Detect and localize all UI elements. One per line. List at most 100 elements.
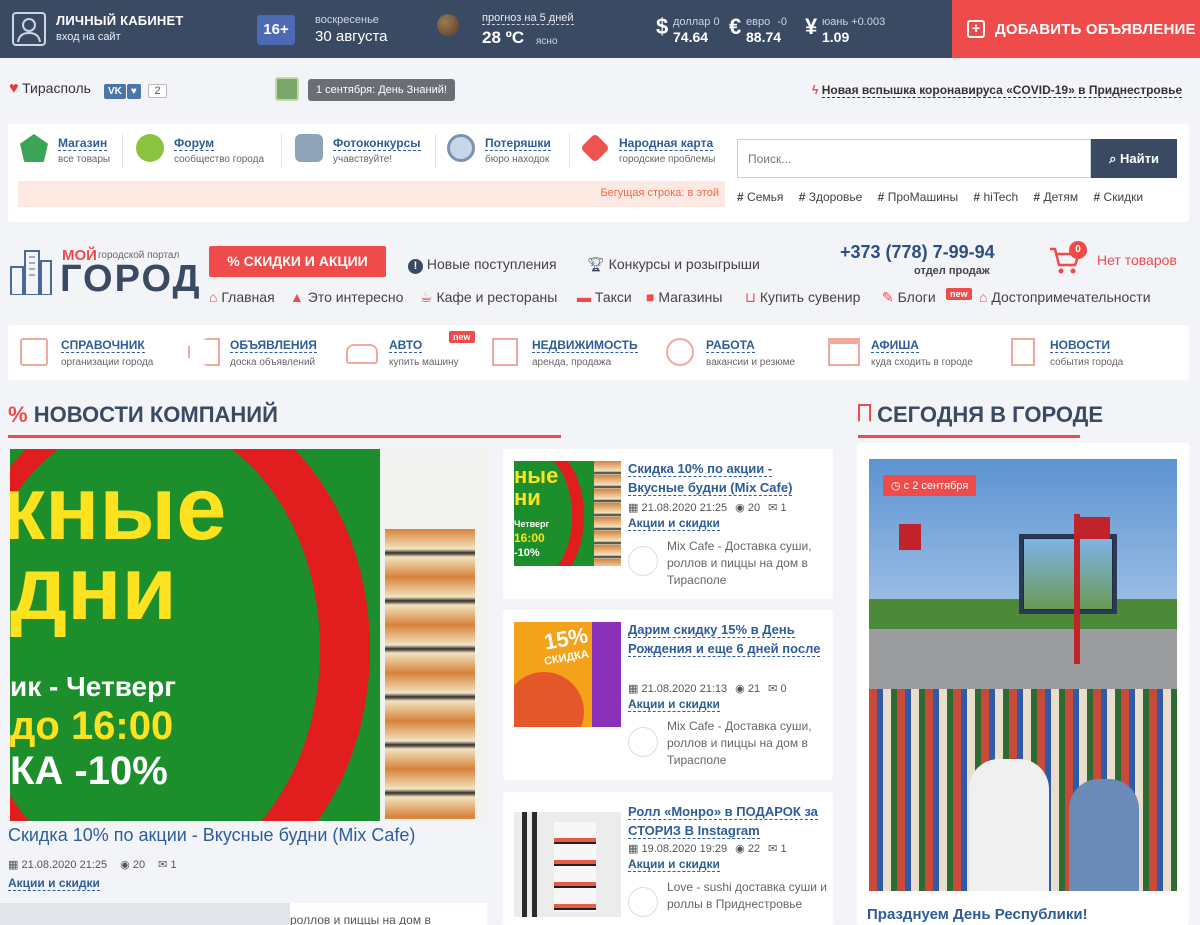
- news-card[interactable]: Ролл «Монро» в ПОДАРОК за СТОРИЗ В Insta…: [503, 792, 833, 925]
- clock-icon: ◷: [891, 480, 901, 492]
- yuan-icon: ¥: [805, 14, 818, 39]
- sales-label: СКИДКИ И АКЦИИ: [243, 253, 368, 269]
- nav-contests[interactable]: 🏆︎ Конкурсы и розыгрыши: [587, 256, 760, 273]
- alert-icon: ▲: [290, 289, 304, 305]
- nav-label: Такси: [594, 289, 632, 305]
- mixcafe-logo-icon: [628, 727, 658, 757]
- cabinet-title[interactable]: ЛИЧНЫЙ КАБИНЕТ: [56, 13, 183, 28]
- book-icon: [20, 338, 48, 366]
- nav-label: Это интересно: [307, 289, 404, 305]
- nav-blogs[interactable]: ✎ Блоги: [882, 289, 936, 306]
- forecast-link[interactable]: прогноз на 5 дней: [482, 12, 574, 25]
- card-source[interactable]: Mix Cafe - Доставка суши, роллов и пиццы…: [667, 718, 827, 769]
- exclamation-icon: !: [408, 259, 423, 274]
- cat-title: АФИША: [871, 338, 919, 353]
- bookmark-icon: [858, 404, 871, 422]
- add-listing-label: ДОБАВИТЬ ОБЪЯВЛЕНИЕ: [995, 21, 1196, 38]
- cat-sub: купить машину: [389, 357, 459, 368]
- add-listing-button[interactable]: + ДОБАВИТЬ ОБЪЯВЛЕНИЕ: [952, 0, 1200, 58]
- cat-sub: аренда, продажа: [532, 357, 612, 368]
- card-category-link[interactable]: Акции и скидки: [628, 516, 720, 531]
- nav-cafes[interactable]: ☕︎ Кафе и рестораны: [420, 289, 557, 306]
- heart-small-icon: ♥: [126, 84, 141, 99]
- tag[interactable]: # Семья: [737, 190, 789, 204]
- buildings-icon: [10, 250, 52, 295]
- temperature: 28 ºC: [482, 28, 525, 47]
- nav-taxi[interactable]: ▬ Такси: [577, 289, 632, 305]
- nav-souvenir[interactable]: ⊔ Купить сувенир: [745, 289, 860, 306]
- nav-new-arrivals[interactable]: ! Новые поступления: [408, 256, 557, 274]
- search-input[interactable]: Поиск...: [737, 139, 1091, 178]
- city-name: Тирасполь: [22, 80, 91, 96]
- hero-category-link[interactable]: Акции и скидки: [8, 876, 100, 891]
- nav-shops[interactable]: ■ Магазины: [646, 289, 722, 305]
- today-date-badge: ◷ с 2 сентября: [883, 475, 977, 496]
- headline-link[interactable]: ϟ Новая вспышка коронавируса «COVID-19» …: [812, 83, 1183, 98]
- currency-change: 0: [713, 16, 720, 28]
- user-icon[interactable]: [12, 12, 46, 46]
- section-title-text: СЕГОДНЯ В ГОРОДЕ: [877, 402, 1104, 427]
- nav-label: Главная: [221, 289, 275, 305]
- phone-number[interactable]: +373 (778) 7-99-94: [840, 242, 995, 263]
- hero-img-text: кные: [10, 459, 227, 559]
- euro-icon: €: [729, 14, 742, 39]
- service-sub: сообщество города: [174, 154, 265, 165]
- calendar-icon: ▦: [628, 683, 639, 695]
- card-title[interactable]: Ролл «Монро» в ПОДАРОК за СТОРИЗ В Insta…: [628, 802, 826, 840]
- comment-icon: ✉︎: [158, 859, 168, 871]
- tag[interactable]: # hiTech: [973, 190, 1024, 204]
- event-tooltip[interactable]: 1 сентября: День Знаний!: [308, 79, 455, 101]
- new-badge: new: [449, 331, 475, 343]
- handshake-icon: [666, 338, 694, 366]
- tag[interactable]: # ПроМашины: [878, 190, 964, 204]
- news-card[interactable]: 15% СКИДКА Дарим скидку 15% в День Рожде…: [503, 610, 833, 780]
- tag[interactable]: # Здоровье: [799, 190, 869, 204]
- home-icon: ⌂: [209, 289, 218, 305]
- hero-image[interactable]: кные дни ик - Четверг до 16:00 КА -10%: [10, 449, 487, 821]
- search-button[interactable]: ⌕ Найти: [1091, 139, 1177, 178]
- news-ticker: Бегущая строка: в этой: [18, 181, 725, 207]
- calendar-icon: ▦: [628, 502, 639, 514]
- cart-label[interactable]: Нет товаров: [1097, 252, 1177, 268]
- percent-icon: %: [8, 402, 28, 427]
- city-selector[interactable]: ♥ Тирасполь: [9, 80, 91, 98]
- nav-label: Конкурсы и розыгрыши: [608, 256, 760, 272]
- percent-icon: %: [227, 253, 240, 269]
- news-card[interactable]: ные ни Четверг 16:00 -10% Скидка 10% по …: [503, 449, 833, 599]
- section-title-today: СЕГОДНЯ В ГОРОДЕ: [858, 402, 1103, 428]
- cabinet-login-link[interactable]: вход на сайт: [56, 31, 121, 43]
- nav-sights[interactable]: ⌂ Достопримечательности: [979, 289, 1151, 305]
- today-caption[interactable]: Празднуем День Республики!: [867, 906, 1088, 923]
- hero-source-text: роллов и пиццы на дом в: [290, 903, 487, 925]
- tag[interactable]: # Детям: [1033, 190, 1084, 204]
- cat-title: АВТО: [389, 338, 423, 353]
- section-underline: [858, 435, 1080, 438]
- section-title-news: % НОВОСТИ КОМПАНИЙ: [8, 402, 278, 428]
- like-count: 2: [148, 84, 167, 98]
- currency-name: доллар: [673, 16, 711, 28]
- warning-icon: [580, 133, 610, 163]
- card-category-link[interactable]: Акции и скидки: [628, 697, 720, 712]
- clapperboard-icon: [828, 338, 860, 366]
- social-like[interactable]: VK ♥ 2: [104, 82, 167, 99]
- card-category-link[interactable]: Акции и скидки: [628, 857, 720, 872]
- headline-text: Новая вспышка коронавируса «COVID-19» в …: [821, 83, 1183, 98]
- tag[interactable]: # Скидки: [1094, 190, 1150, 204]
- newspaper-icon: [1011, 338, 1035, 366]
- card-source[interactable]: Mix Cafe - Доставка суши, роллов и пиццы…: [667, 538, 827, 589]
- card-title[interactable]: Скидка 10% по акции - Вкусные будни (Mix…: [628, 459, 826, 497]
- service-title: Потеряшки: [485, 136, 551, 151]
- school-board-icon: [275, 77, 299, 101]
- cat-title: НОВОСТИ: [1050, 338, 1111, 353]
- magnifier-icon: [447, 134, 475, 162]
- hero-caption[interactable]: Скидка 10% по акции - Вкусные будни (Mix…: [8, 825, 415, 846]
- logo-gorod: ГОРОД: [60, 258, 202, 300]
- nav-home[interactable]: ⌂ Главная: [209, 289, 275, 305]
- sales-button[interactable]: % СКИДКИ И АКЦИИ: [209, 246, 386, 277]
- today-image[interactable]: ◷ с 2 сентября: [869, 459, 1177, 891]
- top-bar: ЛИЧНЫЙ КАБИНЕТ вход на сайт 16+ воскресе…: [0, 0, 1200, 58]
- nav-interesting[interactable]: ▲ Это интересно: [290, 289, 403, 305]
- eye-icon: ◉: [735, 683, 745, 695]
- card-title[interactable]: Дарим скидку 15% в День Рождения и еще 6…: [628, 620, 826, 658]
- card-source[interactable]: Love - sushi доставка суши и роллы в При…: [667, 879, 827, 925]
